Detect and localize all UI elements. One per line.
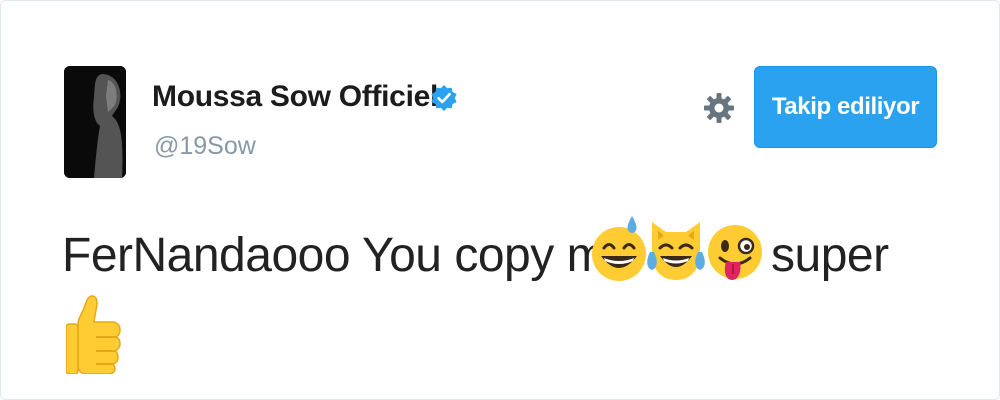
avatar[interactable] <box>64 66 126 178</box>
tweet-card <box>0 0 1000 400</box>
tweet-text-continued: super <box>771 229 889 282</box>
tweet-text: FerNandaooo You copy me <box>62 229 633 282</box>
tears-of-joy-cat-emoji-icon <box>647 222 705 280</box>
thumbs-up-emoji-icon <box>66 295 121 374</box>
winking-tongue-emoji-icon <box>708 225 762 280</box>
display-name[interactable]: Moussa Sow Officiel <box>152 80 438 114</box>
following-button[interactable]: Takip ediliyor <box>754 66 937 148</box>
grinning-sweat-emoji-icon <box>592 216 646 281</box>
gear-icon[interactable] <box>703 92 735 124</box>
verified-badge-icon <box>431 85 457 111</box>
handle[interactable]: @19Sow <box>154 132 256 161</box>
